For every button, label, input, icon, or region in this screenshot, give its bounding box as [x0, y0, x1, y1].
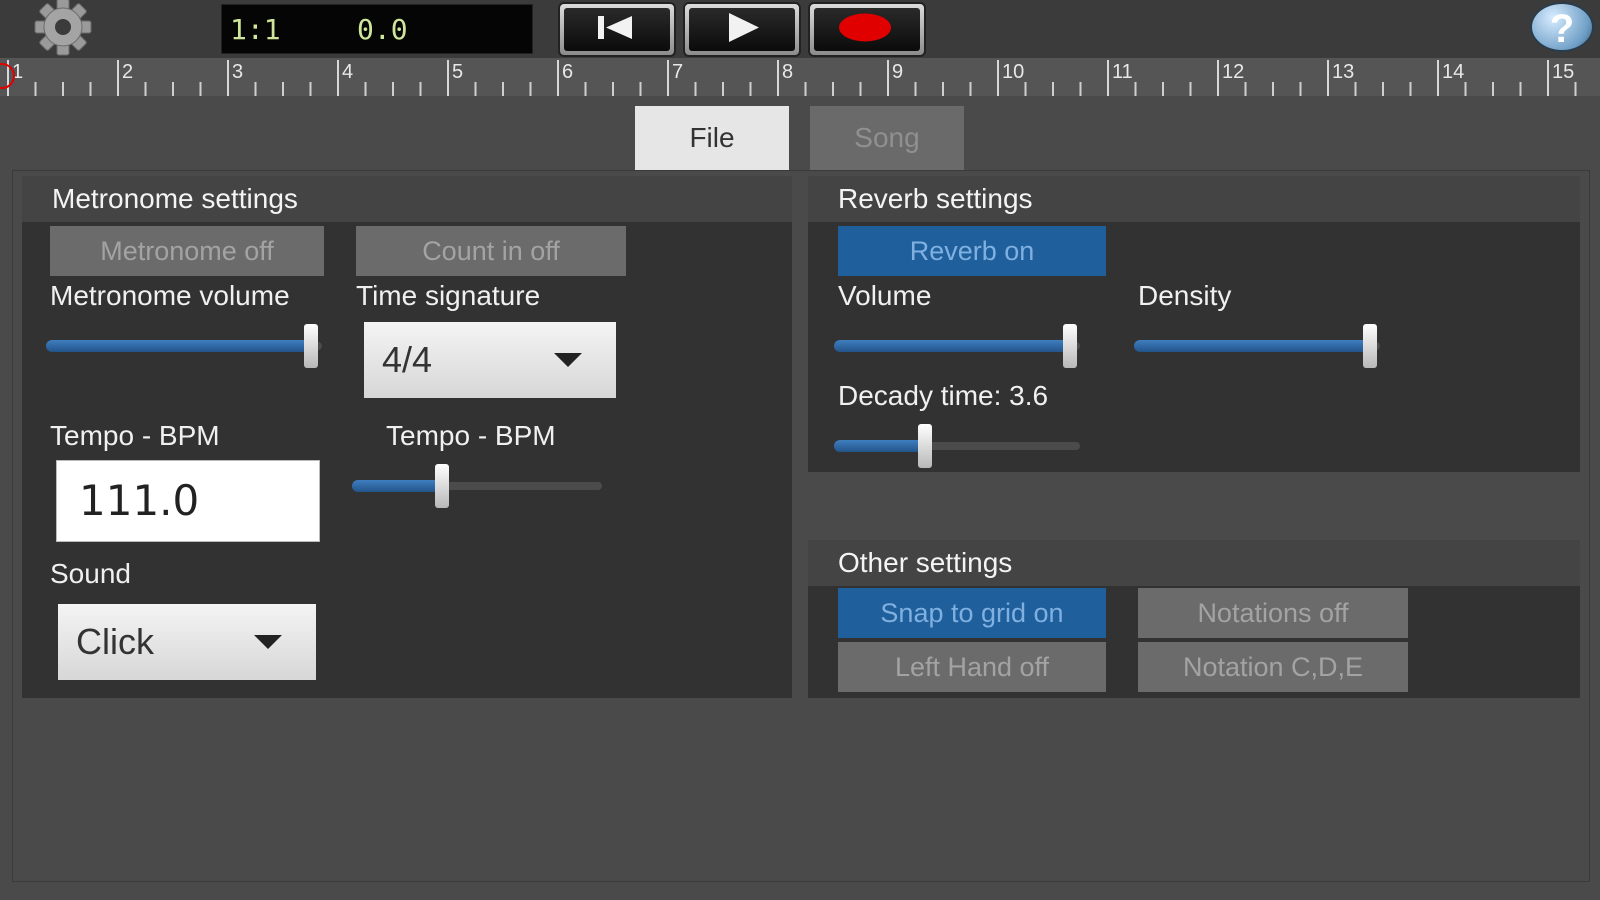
slider-thumb[interactable]: [918, 424, 933, 468]
sound-value: Click: [76, 621, 154, 662]
slider-thumb[interactable]: [1363, 324, 1378, 368]
ruler-number: 8: [782, 61, 793, 83]
ruler-number: 13: [1332, 61, 1354, 83]
reverb-header: Reverb settings: [808, 176, 1580, 222]
top-toolbar: 1:1 0.0 ?: [0, 0, 1600, 58]
chevron-down-icon: [554, 353, 582, 367]
tempo-slider[interactable]: [352, 464, 602, 508]
ruler-number: 6: [562, 61, 573, 83]
slider-fill: [46, 340, 311, 352]
sound-label: Sound: [50, 558, 131, 589]
help-icon[interactable]: ?: [1530, 2, 1594, 52]
slider-fill: [834, 440, 926, 452]
record-button[interactable]: [808, 2, 926, 57]
left-hand-toggle-button[interactable]: Left Hand off: [838, 642, 1106, 692]
ruler-number: 3: [232, 61, 243, 83]
reverb-volume-slider[interactable]: [834, 324, 1080, 368]
timeline-ruler[interactable]: 1 2 3 4 5 6 7 8 9 10 11 12 13 14 15: [0, 58, 1600, 96]
tab-song[interactable]: Song: [810, 106, 964, 170]
metronome-volume-slider[interactable]: [46, 324, 322, 368]
ruler-number: 5: [452, 61, 463, 83]
ruler-number: 14: [1442, 61, 1464, 83]
bar-beat-readout: 1:1: [230, 13, 281, 46]
notation-type-button[interactable]: Notation C,D,E: [1138, 642, 1408, 692]
slider-thumb[interactable]: [303, 324, 318, 368]
snap-to-grid-button[interactable]: Snap to grid on: [838, 588, 1106, 638]
reverb-panel: Reverb settings Reverb on Volume Density…: [808, 176, 1580, 472]
ruler-number: 10: [1002, 61, 1024, 83]
record-icon: [839, 13, 891, 42]
decay-time-slider[interactable]: [834, 424, 1080, 468]
metronome-toggle-button[interactable]: Metronome off: [50, 226, 324, 276]
play-icon: [729, 13, 759, 42]
position-counter: 1:1 0.0: [221, 4, 533, 54]
ruler-number: 11: [1112, 61, 1133, 83]
ruler-number: 2: [122, 61, 133, 83]
tempo-slider-label: Tempo - BPM: [386, 420, 556, 451]
ruler-ticks: 1 2 3 4 5 6 7 8 9 10 11 12 13 14 15: [0, 60, 1577, 96]
slider-thumb[interactable]: [1063, 324, 1078, 368]
notations-toggle-button[interactable]: Notations off: [1138, 588, 1408, 638]
ruler-number: 15: [1552, 61, 1574, 83]
sound-select[interactable]: Click: [58, 604, 316, 680]
metronome-volume-label: Metronome volume: [50, 280, 290, 311]
density-slider[interactable]: [1134, 324, 1380, 368]
metronome-header: Metronome settings: [22, 176, 792, 222]
ruler-number: 7: [672, 61, 683, 83]
chevron-down-icon: [254, 635, 282, 649]
other-settings-header: Other settings: [808, 540, 1580, 586]
slider-fill: [1134, 340, 1371, 352]
time-signature-label: Time signature: [356, 280, 541, 311]
reverb-toggle-button[interactable]: Reverb on: [838, 226, 1106, 276]
ruler-number: 12: [1222, 61, 1244, 83]
skip-back-icon: [598, 16, 632, 39]
slider-fill: [352, 480, 442, 492]
tab-file[interactable]: File: [635, 106, 789, 170]
tempo-label: Tempo - BPM: [50, 420, 220, 451]
rewind-button[interactable]: [558, 2, 676, 57]
gear-icon[interactable]: [20, 0, 106, 58]
play-button[interactable]: [683, 2, 801, 57]
metronome-panel: Metronome settings Metronome off Count i…: [22, 176, 792, 698]
ruler-number: 9: [892, 61, 903, 83]
slider-thumb[interactable]: [435, 464, 449, 508]
reverb-volume-label: Volume: [838, 280, 932, 311]
time-readout: 0.0: [357, 13, 408, 46]
slider-fill: [834, 340, 1071, 352]
ruler-number: 4: [342, 61, 353, 83]
other-settings-panel: Other settings Snap to grid on Notations…: [808, 540, 1580, 698]
time-signature-value: 4/4: [382, 339, 433, 380]
density-label: Density: [1138, 280, 1232, 311]
count-in-toggle-button[interactable]: Count in off: [356, 226, 626, 276]
time-signature-select[interactable]: 4/4: [364, 322, 616, 398]
decay-time-label: Decady time: 3.6: [838, 380, 1049, 411]
tempo-input[interactable]: 111.0: [56, 460, 320, 542]
